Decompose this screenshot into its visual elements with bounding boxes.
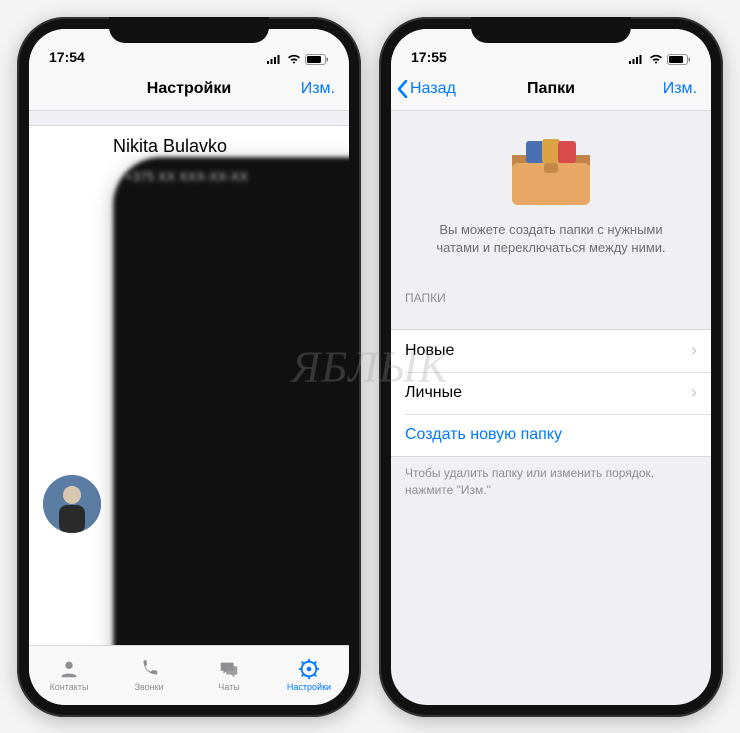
edit-button[interactable]: Изм. (301, 80, 335, 98)
notch (471, 17, 631, 43)
tab-звонки[interactable]: Звонки (109, 646, 189, 705)
tab-bar: Контакты Звонки Чаты Настройки (29, 645, 349, 705)
nav-bar: Настройки Изм. (29, 69, 349, 111)
tab-label: Настройки (287, 682, 331, 692)
back-button[interactable]: Назад (397, 80, 456, 98)
profile-text: Nikita Bulavko +375 XX XXX-XX-XX @Nikita… (113, 136, 349, 645)
signal-icon (629, 54, 645, 64)
section-footer: Чтобы удалить папку или изменить порядок… (391, 457, 711, 507)
tab-label: Контакты (50, 682, 89, 692)
profile-phone: +375 XX XXX-XX-XX (113, 157, 349, 645)
tab-контакты[interactable]: Контакты (29, 646, 109, 705)
phone-right: 17:55 Назад Папки Изм. (379, 17, 723, 717)
chevron-icon: › (691, 340, 697, 361)
status-time: 17:55 (411, 49, 447, 65)
status-time: 17:54 (49, 49, 85, 65)
folders-hero: Вы можете создать папки с нужными чатами… (391, 111, 711, 273)
signal-icon (267, 54, 283, 64)
tab-настройки[interactable]: Настройки (269, 646, 349, 705)
tab-чаты[interactable]: Чаты (189, 646, 269, 705)
row-label: Личные (405, 384, 691, 402)
status-right (629, 54, 691, 65)
edit-button[interactable]: Изм. (663, 80, 697, 98)
status-right (267, 54, 329, 65)
folder-row[interactable]: Личные› (391, 372, 711, 414)
battery-icon (667, 54, 691, 65)
battery-icon (305, 54, 329, 65)
row-label: Создать новую папку (405, 426, 697, 444)
settings-content[interactable]: Nikita Bulavko +375 XX XXX-XX-XX @Nikita… (29, 111, 349, 645)
tab-label: Чаты (218, 682, 239, 692)
phone-left: 17:54 Настройки Изм. Nikita Bulavko +375… (17, 17, 361, 717)
folders-section: Новые›Личные›Создать новую папку (391, 329, 711, 457)
wifi-icon (649, 54, 663, 64)
nav-bar: Назад Папки Изм. (391, 69, 711, 111)
wifi-icon (287, 54, 301, 64)
tab-label: Звонки (134, 682, 163, 692)
folder-box-icon (506, 135, 596, 207)
nav-title: Папки (527, 80, 575, 98)
row-label: Новые (405, 342, 691, 360)
folder-row[interactable]: Новые› (391, 330, 711, 372)
nav-title: Настройки (147, 80, 231, 98)
notch (109, 17, 269, 43)
hero-desc: Вы можете создать папки с нужными чатами… (421, 221, 681, 257)
screen-folders: 17:55 Назад Папки Изм. (391, 29, 711, 705)
screen-settings: 17:54 Настройки Изм. Nikita Bulavko +375… (29, 29, 349, 705)
profile-row[interactable]: Nikita Bulavko +375 XX XXX-XX-XX @Nikita… (29, 125, 349, 645)
chevron-icon: › (691, 382, 697, 403)
profile-name: Nikita Bulavko (113, 136, 349, 157)
avatar (43, 475, 101, 533)
create-folder-row[interactable]: Создать новую папку (391, 414, 711, 456)
chevron-left-icon (397, 80, 408, 98)
back-label: Назад (410, 80, 456, 98)
section-header: ПАПКИ (391, 273, 711, 311)
folders-content[interactable]: Вы можете создать папки с нужными чатами… (391, 111, 711, 705)
